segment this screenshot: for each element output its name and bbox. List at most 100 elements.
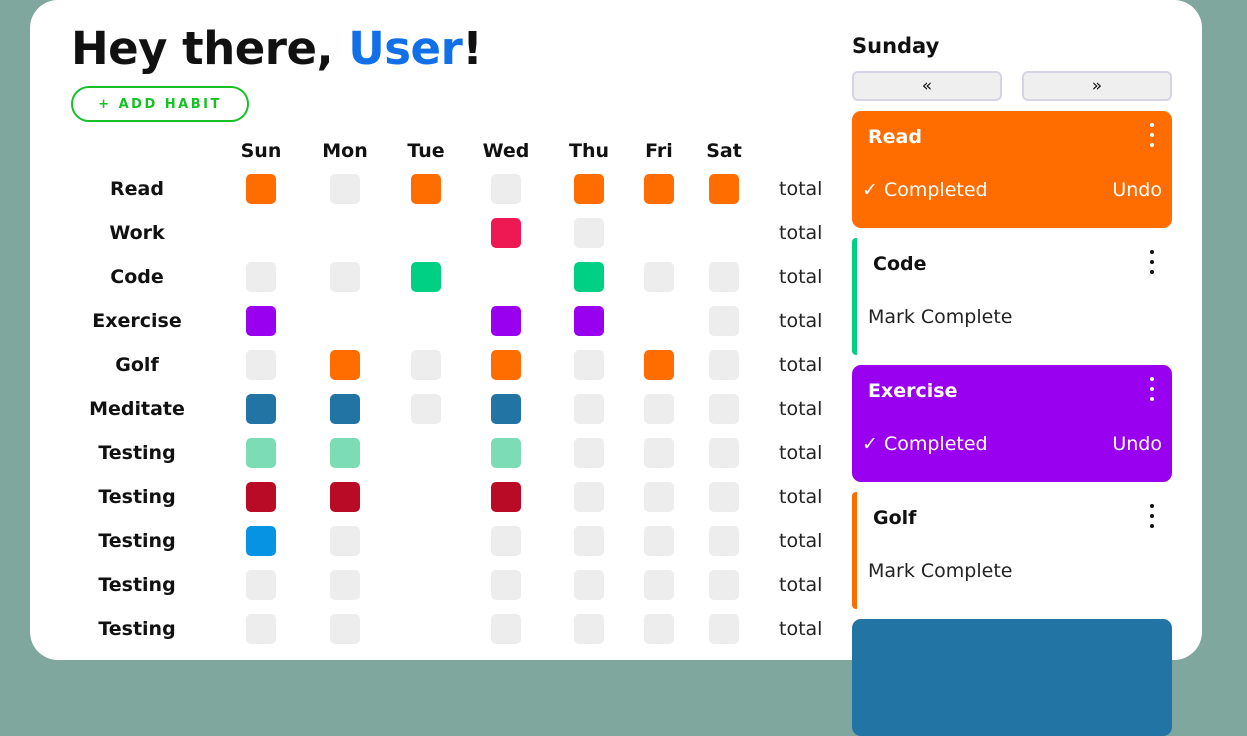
habit-cell-completed[interactable]	[330, 482, 360, 512]
day-header-tue: Tue	[407, 140, 445, 162]
habit-cell-empty[interactable]	[574, 394, 604, 424]
habit-cell-completed[interactable]	[246, 482, 276, 512]
habit-cell-empty[interactable]	[330, 614, 360, 644]
habit-cell-completed[interactable]	[644, 350, 674, 380]
habit-cell-completed[interactable]	[491, 482, 521, 512]
habit-cell-empty[interactable]	[709, 394, 739, 424]
habit-cell-empty[interactable]	[709, 262, 739, 292]
habit-row-name: Testing	[98, 530, 176, 552]
habit-row-total: total	[779, 486, 823, 508]
habit-cell-empty[interactable]	[644, 526, 674, 556]
habit-cell-empty[interactable]	[574, 526, 604, 556]
habit-cell-empty[interactable]	[709, 306, 739, 336]
habit-cell-completed[interactable]	[330, 438, 360, 468]
habit-cell-empty[interactable]	[574, 350, 604, 380]
habit-cell-empty[interactable]	[574, 438, 604, 468]
habit-cell-empty[interactable]	[330, 526, 360, 556]
day-habit-name: Golf	[873, 507, 917, 529]
habit-cell-empty[interactable]	[574, 218, 604, 248]
habit-cell-empty[interactable]	[574, 614, 604, 644]
habit-cell-empty[interactable]	[644, 394, 674, 424]
day-header-sat: Sat	[706, 140, 742, 162]
habit-cell-completed[interactable]	[491, 350, 521, 380]
habit-row-total: total	[779, 574, 823, 596]
habit-cell-completed[interactable]	[644, 174, 674, 204]
habit-row-total: total	[779, 266, 823, 288]
undo-button[interactable]: Undo	[1112, 179, 1162, 201]
mark-complete-button[interactable]: Mark Complete	[868, 306, 1012, 328]
habit-cell-completed[interactable]	[246, 174, 276, 204]
day-habit-card: Golf Mark Complete	[852, 492, 1172, 609]
habit-cell-completed[interactable]	[491, 218, 521, 248]
more-options-icon[interactable]	[1146, 250, 1158, 276]
completed-status: ✓ Completed	[862, 179, 988, 201]
habit-cell-completed[interactable]	[330, 350, 360, 380]
more-options-icon[interactable]	[1146, 377, 1158, 403]
habit-cell-empty[interactable]	[644, 262, 674, 292]
habit-row-name: Work	[109, 222, 165, 244]
habit-cell-empty[interactable]	[246, 614, 276, 644]
habit-cell-empty[interactable]	[644, 570, 674, 600]
habit-cell-completed[interactable]	[411, 262, 441, 292]
habit-cell-empty[interactable]	[709, 482, 739, 512]
habit-row-name: Golf	[115, 354, 159, 376]
day-habit-card: Code Mark Complete	[852, 238, 1172, 355]
habit-cell-completed[interactable]	[491, 438, 521, 468]
habit-cell-empty[interactable]	[491, 570, 521, 600]
habit-cell-empty[interactable]	[644, 614, 674, 644]
habit-cell-completed[interactable]	[491, 394, 521, 424]
habit-cell-empty[interactable]	[246, 350, 276, 380]
habit-cell-completed[interactable]	[574, 262, 604, 292]
habit-cell-completed[interactable]	[574, 306, 604, 336]
habit-row-name: Testing	[98, 574, 176, 596]
habit-cell-empty[interactable]	[644, 438, 674, 468]
prev-day-button[interactable]: «	[852, 71, 1002, 101]
habit-cell-empty[interactable]	[491, 614, 521, 644]
selected-day-title: Sunday	[852, 34, 940, 58]
habit-cell-empty[interactable]	[491, 174, 521, 204]
day-habit-name: Read	[868, 126, 922, 148]
habit-cell-empty[interactable]	[709, 526, 739, 556]
habit-row-total: total	[779, 354, 823, 376]
habit-cell-completed[interactable]	[246, 306, 276, 336]
day-habit-card: Read ✓ Completed Undo	[852, 111, 1172, 228]
habit-cell-completed[interactable]	[330, 394, 360, 424]
habit-row-total: total	[779, 178, 823, 200]
habit-cell-empty[interactable]	[411, 394, 441, 424]
habit-row-name: Testing	[98, 486, 176, 508]
habit-cell-empty[interactable]	[709, 614, 739, 644]
habit-cell-empty[interactable]	[246, 262, 276, 292]
habit-cell-empty[interactable]	[330, 262, 360, 292]
habit-cell-empty[interactable]	[709, 438, 739, 468]
habit-cell-empty[interactable]	[330, 174, 360, 204]
habit-cell-empty[interactable]	[246, 570, 276, 600]
habit-cell-completed[interactable]	[709, 174, 739, 204]
habit-cell-empty[interactable]	[411, 350, 441, 380]
habit-cell-empty[interactable]	[709, 350, 739, 380]
habit-row-total: total	[779, 530, 823, 552]
mark-complete-button[interactable]: Mark Complete	[868, 560, 1012, 582]
undo-button[interactable]: Undo	[1112, 433, 1162, 455]
habit-cell-empty[interactable]	[574, 570, 604, 600]
next-day-button[interactable]: »	[1022, 71, 1172, 101]
day-header-mon: Mon	[322, 140, 368, 162]
habit-cell-empty[interactable]	[709, 570, 739, 600]
more-options-icon[interactable]	[1146, 504, 1158, 530]
habit-cell-completed[interactable]	[574, 174, 604, 204]
habit-cell-completed[interactable]	[246, 394, 276, 424]
habit-row-name: Meditate	[89, 398, 185, 420]
day-habit-card: Exercise ✓ Completed Undo	[852, 365, 1172, 482]
habit-cell-empty[interactable]	[491, 526, 521, 556]
more-options-icon[interactable]	[1146, 123, 1158, 149]
habit-cell-completed[interactable]	[491, 306, 521, 336]
day-header-wed: Wed	[482, 140, 530, 162]
habit-cell-empty[interactable]	[644, 482, 674, 512]
habit-cell-empty[interactable]	[574, 482, 604, 512]
habit-cell-completed[interactable]	[411, 174, 441, 204]
habit-row-name: Testing	[98, 442, 176, 464]
habit-cell-empty[interactable]	[330, 570, 360, 600]
habit-row-name: Testing	[98, 618, 176, 640]
habit-cell-completed[interactable]	[246, 438, 276, 468]
day-header-thu: Thu	[568, 140, 610, 162]
habit-cell-completed[interactable]	[246, 526, 276, 556]
